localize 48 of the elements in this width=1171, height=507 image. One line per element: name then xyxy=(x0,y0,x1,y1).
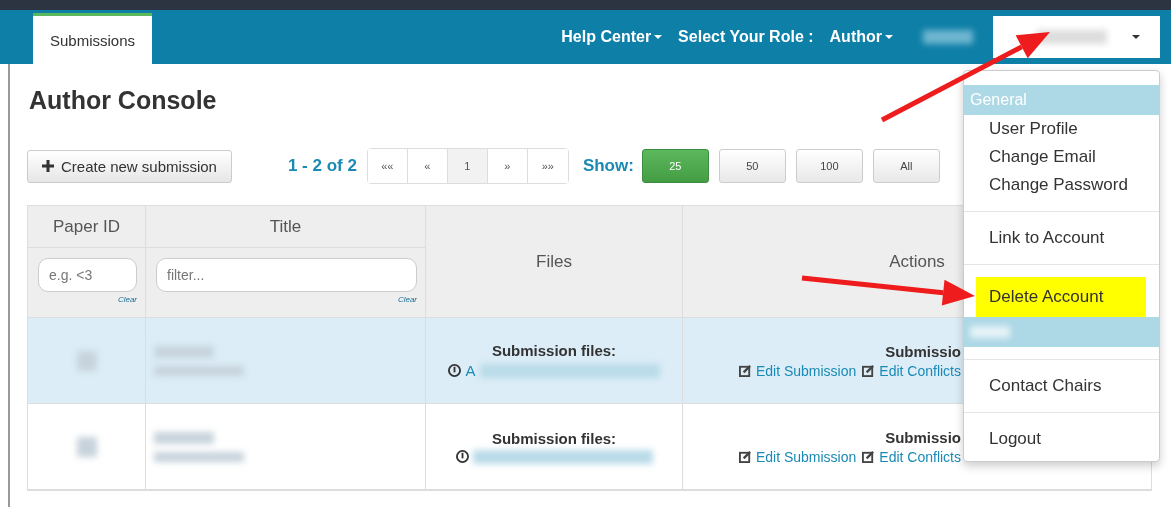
blurred-text xyxy=(76,436,97,457)
page-size-button[interactable]: 50 xyxy=(718,149,786,183)
files-label: Submission files: xyxy=(491,429,617,447)
edit-icon xyxy=(738,364,752,377)
menu-item[interactable]: Contact Chairs xyxy=(964,372,1159,400)
actions-title: Submissio xyxy=(885,342,961,360)
menu-item[interactable]: Delete Account xyxy=(976,277,1146,317)
menu-header: General xyxy=(964,85,1159,115)
column-header: Files xyxy=(426,206,683,318)
column-header: Paper ID xyxy=(28,206,146,248)
menu-item[interactable]: Change Password xyxy=(964,171,1159,199)
action-link[interactable]: Edit Conflicts xyxy=(862,448,961,465)
page-title: Author Console xyxy=(29,86,217,115)
nav-link[interactable]: Select Your Role : xyxy=(670,28,822,46)
download-icon xyxy=(455,450,469,463)
page-size-button[interactable]: 100 xyxy=(795,149,863,183)
page-button[interactable]: «« xyxy=(367,149,408,183)
blurred-text xyxy=(154,431,214,444)
nav-link[interactable]: Help Center xyxy=(553,28,671,46)
actions-title: Submissio xyxy=(885,428,961,446)
show-label: Show: xyxy=(582,156,634,176)
filter-field[interactable]: e.g. <3 xyxy=(38,258,137,292)
page-size-button[interactable]: All xyxy=(872,149,940,183)
nav-link[interactable]: Author xyxy=(821,28,901,46)
blurred-text xyxy=(923,30,973,44)
files-label: Submission files: xyxy=(491,342,617,359)
filter-field[interactable]: filter... xyxy=(156,258,417,292)
result-range: 1 - 2 of 2 xyxy=(287,156,357,176)
create-button[interactable]: Create new submission xyxy=(27,149,232,183)
menu-item[interactable]: Logout xyxy=(964,425,1159,453)
caret-icon xyxy=(654,35,663,39)
action-link[interactable]: Edit Submission xyxy=(738,448,857,465)
edit-icon xyxy=(738,450,752,463)
user-dropdown[interactable] xyxy=(993,16,1160,58)
nav-tab[interactable]: Submissions xyxy=(33,13,153,64)
column-header: Title xyxy=(146,206,426,248)
caret-icon xyxy=(1132,35,1140,39)
edit-icon xyxy=(862,364,876,377)
clear-link[interactable]: Clear xyxy=(397,295,417,304)
download-icon xyxy=(448,364,462,377)
page-button[interactable]: 1 xyxy=(447,149,488,183)
plus-icon xyxy=(42,160,54,172)
caret-icon xyxy=(885,35,893,39)
blurred-text xyxy=(76,350,97,371)
edit-icon xyxy=(862,450,876,463)
clear-link[interactable]: Clear xyxy=(117,295,137,304)
menu-item[interactable]: User Profile xyxy=(964,115,1159,143)
menu-item[interactable]: Change Email xyxy=(964,143,1159,171)
